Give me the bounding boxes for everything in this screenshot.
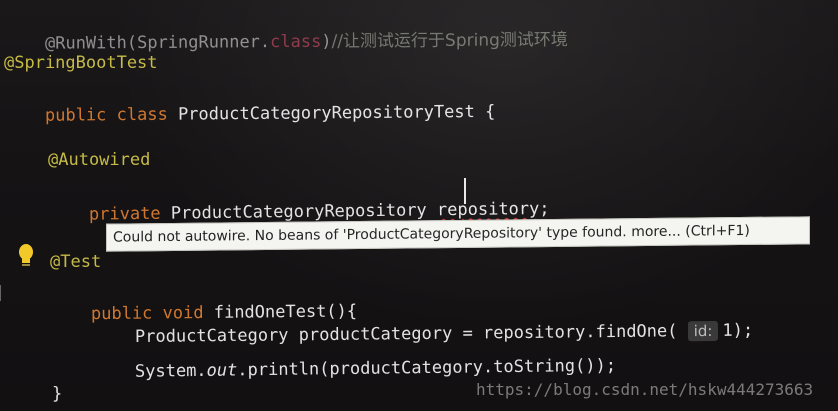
code-line-close-brace: } — [52, 384, 63, 404]
repository-field-error[interactable]: repository — [437, 199, 540, 220]
system-class: System. — [134, 360, 207, 382]
code-line-test-annotation: @Test — [50, 252, 102, 272]
lightbulb-icon[interactable] — [17, 243, 35, 269]
runwith-annotation: @RunWith(SpringRunner. — [44, 32, 271, 54]
code-line-springboottest: @SpringBootTest — [4, 53, 158, 73]
autowire-error-tooltip[interactable]: Could not autowire. No beans of 'Product… — [106, 216, 810, 252]
parameter-hint: id: — [687, 320, 719, 342]
gutter-fold-icon[interactable] — [0, 285, 9, 301]
class-keyword: class — [270, 31, 322, 53]
code-editor[interactable]: @RunWith(SpringRunner.class)//让测试运行于Spri… — [0, 0, 838, 411]
text-cursor-icon — [464, 178, 466, 204]
field-modifier: private — [88, 203, 161, 225]
out-field: out — [206, 360, 238, 381]
code-line-autowired: @Autowired — [48, 150, 151, 170]
tooltip-more-link[interactable]: more... — [631, 224, 681, 241]
runwith-close-paren: ) — [321, 31, 332, 52]
code-line-class-declaration: public class ProductCategoryRepositoryTe… — [4, 82, 496, 146]
runwith-comment: //让测试运行于Spring测试环境 — [331, 30, 568, 52]
println-call: .println(productCategory.toString()); — [237, 355, 617, 381]
findone-arg: 1); — [722, 320, 754, 341]
blog-watermark: https://blog.csdn.net/hskw444273663 — [476, 380, 814, 399]
class-open-brace: { — [484, 101, 496, 122]
tooltip-shortcut: (Ctrl+F1) — [685, 222, 750, 240]
tooltip-message: Could not autowire. No beans of 'Product… — [113, 224, 627, 246]
class-modifiers: public class — [44, 104, 168, 126]
field-semicolon: ; — [539, 198, 550, 220]
class-name: ProductCategoryRepositoryTest — [177, 102, 475, 125]
